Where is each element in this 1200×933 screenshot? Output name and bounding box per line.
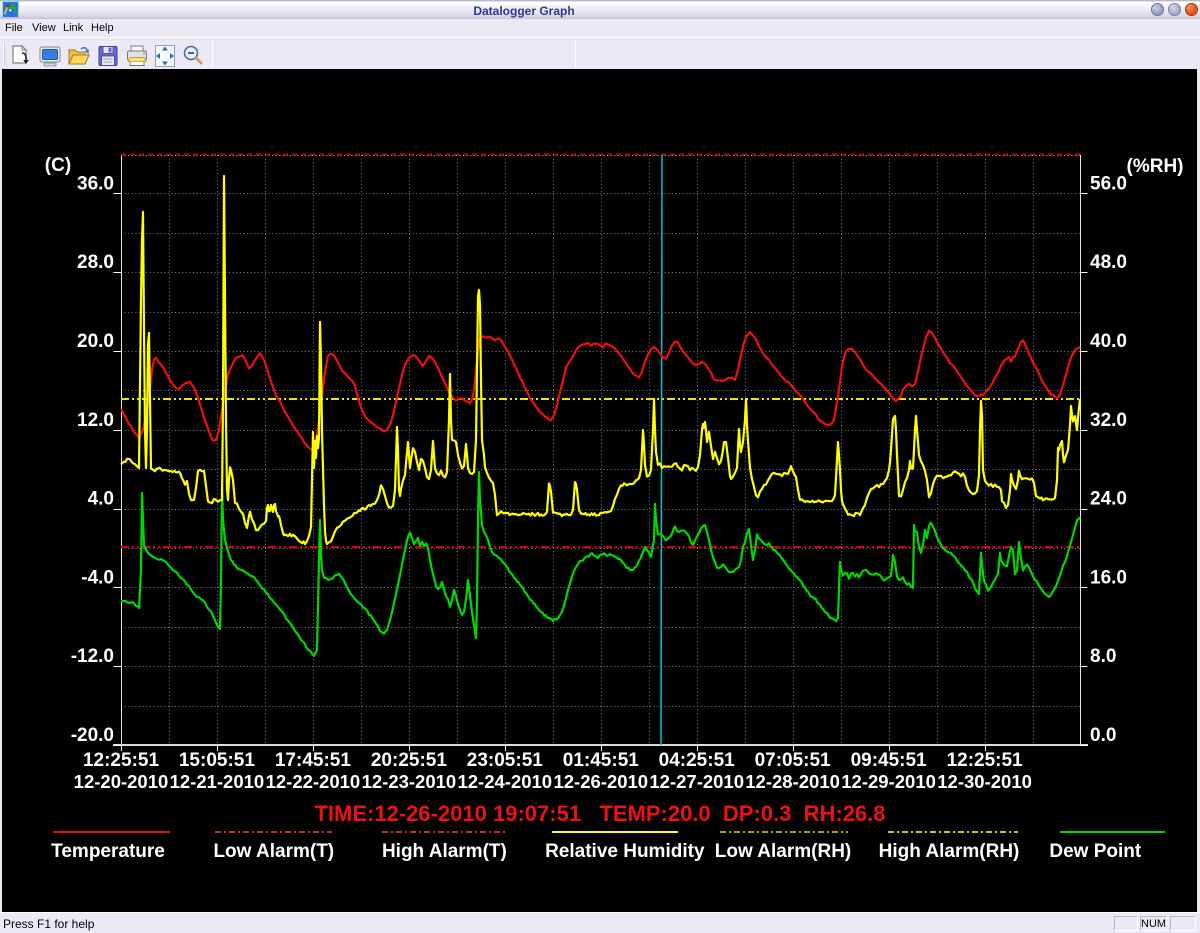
svg-text:High Alarm(RH): High Alarm(RH) [879, 841, 1020, 862]
svg-text:Low Alarm(T): Low Alarm(T) [213, 841, 334, 862]
svg-text:0.0: 0.0 [1090, 725, 1116, 746]
svg-text:36.0: 36.0 [77, 173, 114, 194]
svg-text:16.0: 16.0 [1090, 567, 1127, 588]
svg-text:Temperature: Temperature [51, 841, 165, 862]
svg-text:12:25:51: 12:25:51 [83, 750, 159, 771]
svg-text:Low Alarm(RH): Low Alarm(RH) [715, 841, 852, 862]
svg-text:-12.0: -12.0 [71, 646, 114, 667]
svg-text:TIME:12-26-2010 19:07:51 TEM: TIME:12-26-2010 19:07:51 TEMP:20.0 DP:0.… [314, 801, 885, 826]
svg-text:12-24-2010: 12-24-2010 [457, 771, 552, 792]
svg-text:56.0: 56.0 [1090, 173, 1127, 194]
svg-text:28.0: 28.0 [77, 252, 114, 273]
svg-text:17:45:51: 17:45:51 [275, 750, 351, 771]
svg-text:12-28-2010: 12-28-2010 [745, 771, 840, 792]
svg-text:40.0: 40.0 [1090, 331, 1127, 352]
svg-text:12-20-2010: 12-20-2010 [74, 771, 169, 792]
svg-text:09:45:51: 09:45:51 [851, 750, 927, 771]
svg-text:Dew Point: Dew Point [1049, 841, 1142, 862]
svg-text:(%RH): (%RH) [1127, 156, 1184, 177]
svg-text:12.0: 12.0 [77, 410, 114, 431]
svg-text:8.0: 8.0 [1090, 646, 1116, 667]
svg-text:-20.0: -20.0 [71, 725, 114, 746]
svg-text:-4.0: -4.0 [81, 567, 114, 588]
svg-text:48.0: 48.0 [1090, 252, 1127, 273]
svg-text:12-26-2010: 12-26-2010 [553, 771, 648, 792]
svg-text:32.0: 32.0 [1090, 410, 1127, 431]
svg-text:01:45:51: 01:45:51 [563, 750, 639, 771]
svg-text:12-22-2010: 12-22-2010 [266, 771, 361, 792]
svg-text:High Alarm(T): High Alarm(T) [382, 841, 507, 862]
svg-text:15:05:51: 15:05:51 [179, 750, 255, 771]
svg-text:20:25:51: 20:25:51 [371, 750, 447, 771]
svg-text:12:25:51: 12:25:51 [947, 750, 1023, 771]
svg-text:12-27-2010: 12-27-2010 [649, 771, 744, 792]
svg-text:20.0: 20.0 [77, 331, 114, 352]
svg-text:12-29-2010: 12-29-2010 [841, 771, 936, 792]
svg-text:4.0: 4.0 [88, 489, 114, 510]
svg-text:(C): (C) [45, 155, 71, 176]
svg-text:24.0: 24.0 [1090, 489, 1127, 510]
svg-text:04:25:51: 04:25:51 [659, 750, 735, 771]
svg-text:12-21-2010: 12-21-2010 [170, 771, 265, 792]
svg-text:12-30-2010: 12-30-2010 [937, 771, 1032, 792]
svg-text:12-23-2010: 12-23-2010 [362, 771, 457, 792]
svg-text:Relative Humidity: Relative Humidity [545, 841, 705, 862]
svg-text:23:05:51: 23:05:51 [467, 750, 543, 771]
svg-text:07:05:51: 07:05:51 [755, 750, 831, 771]
